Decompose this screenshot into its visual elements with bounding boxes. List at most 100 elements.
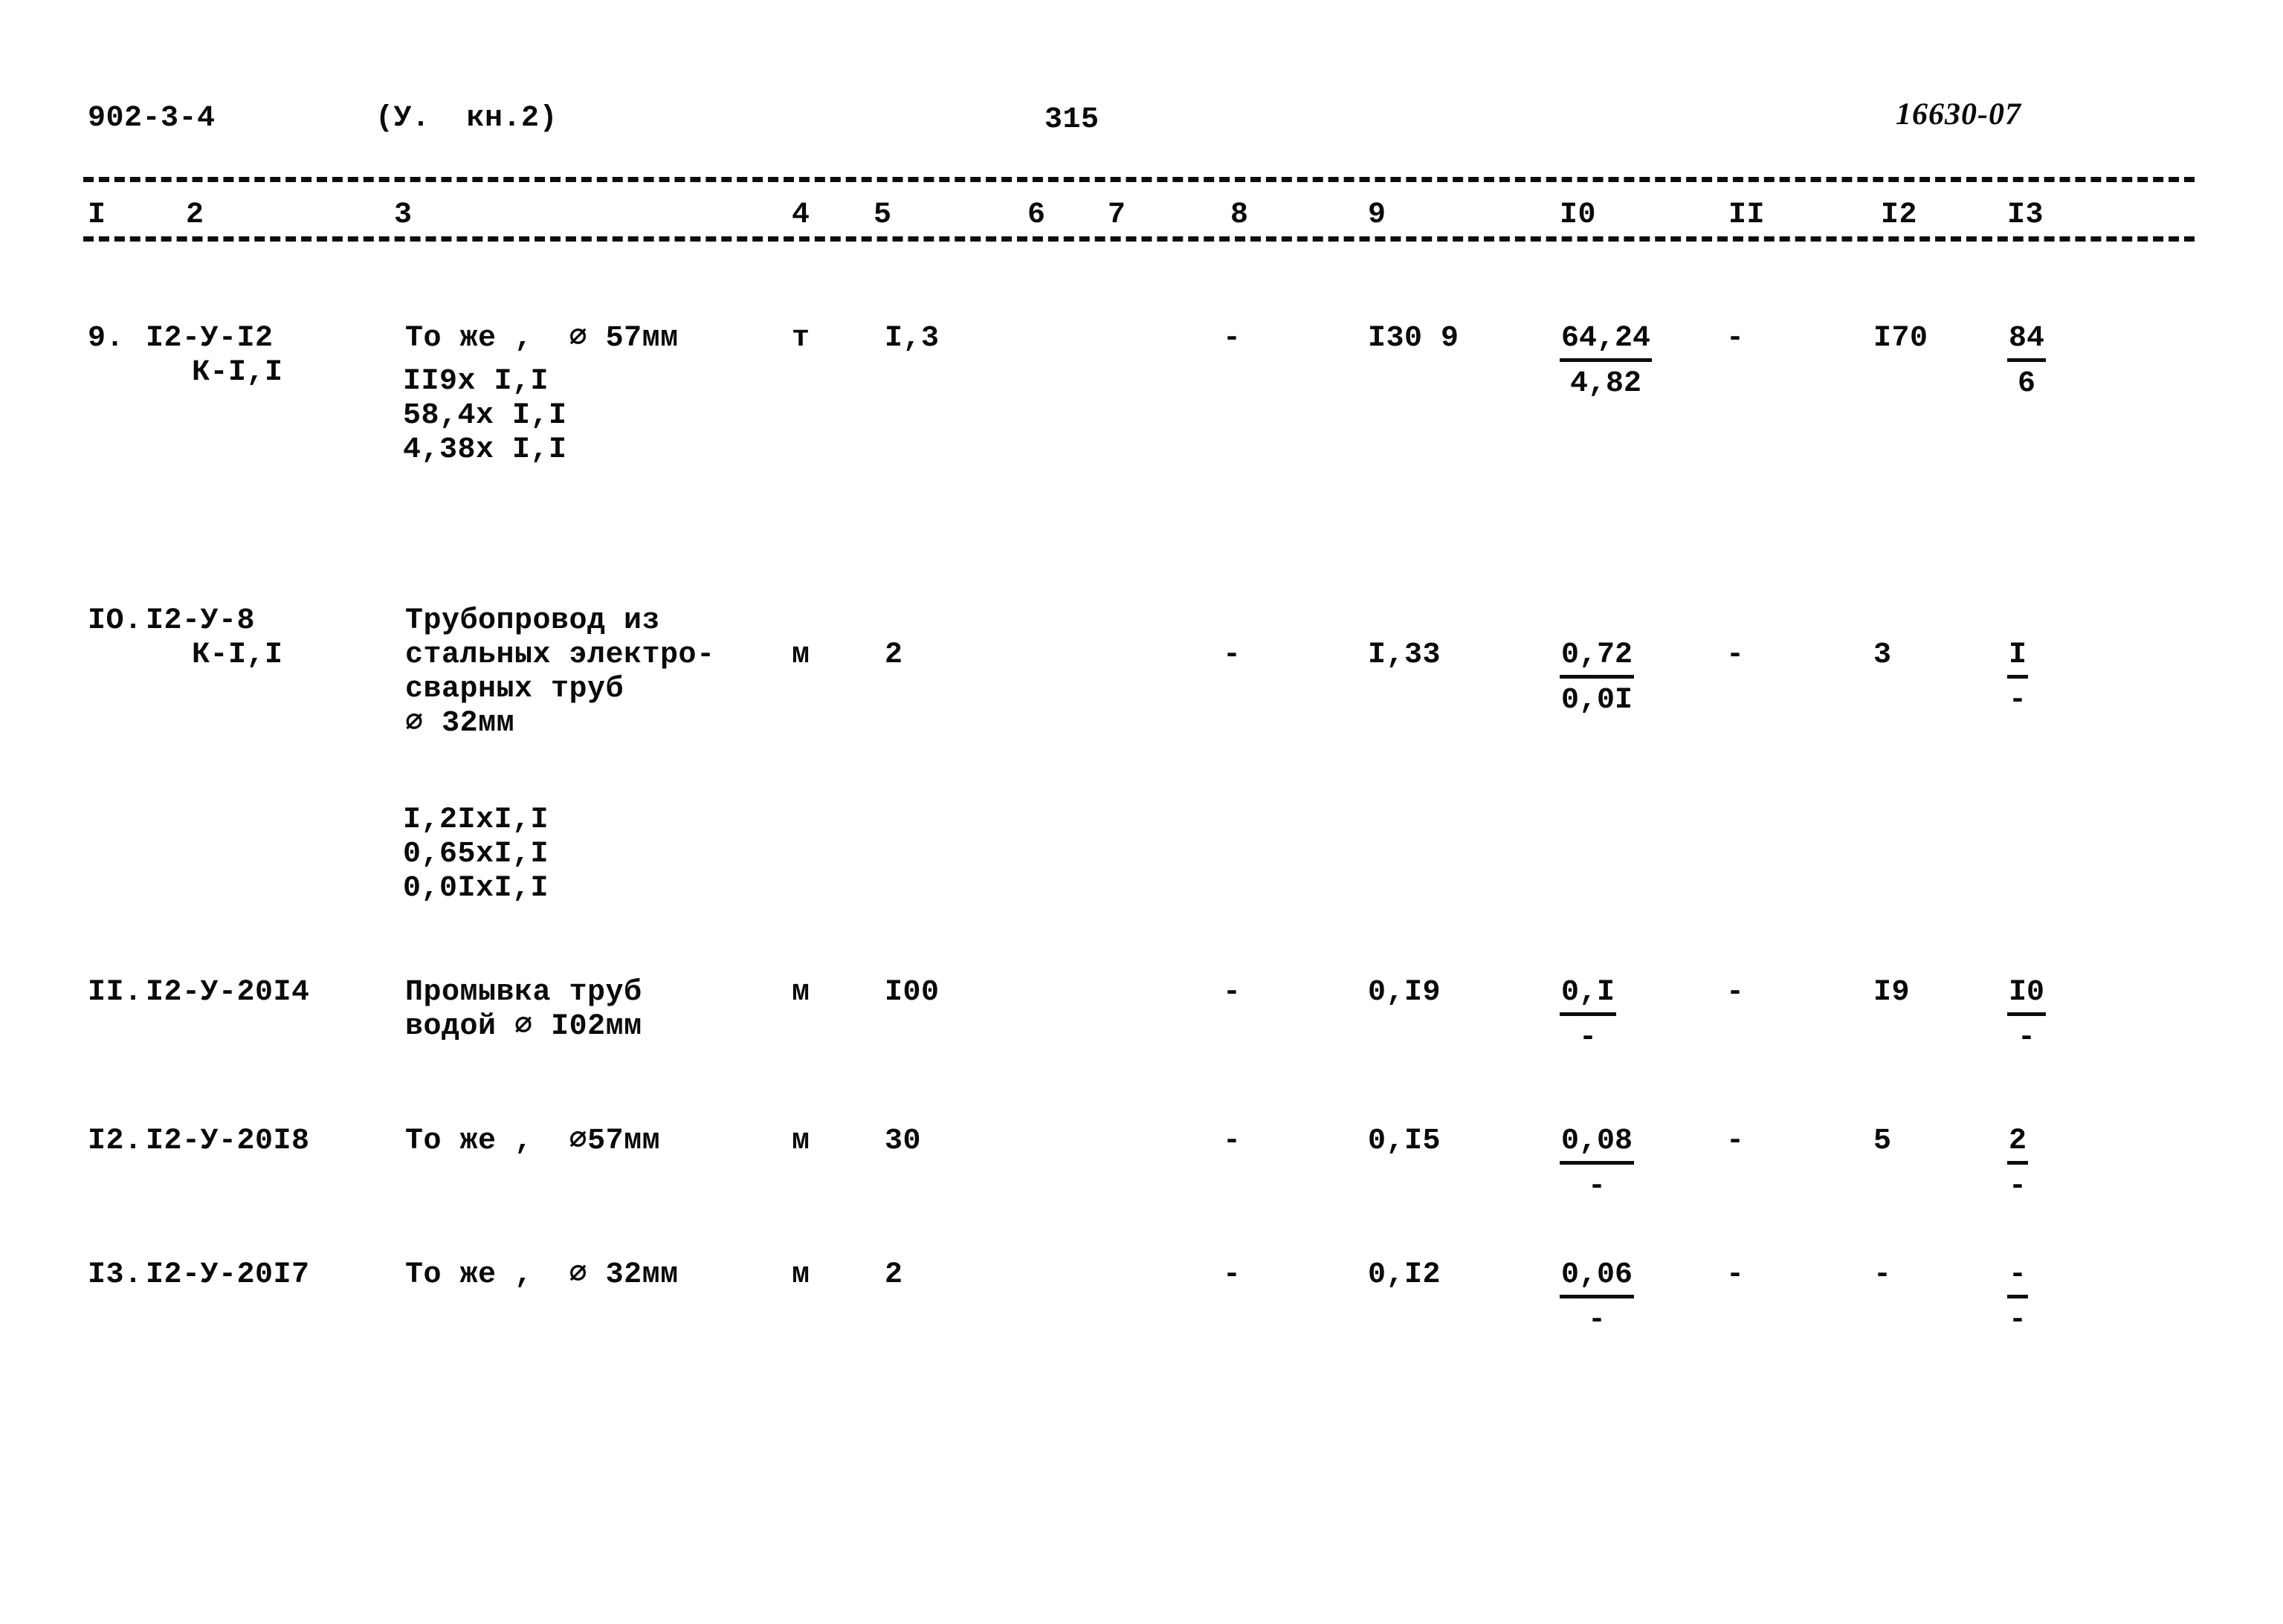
row-4-norm-code: I2-У-20I7 [146,1258,310,1292]
row-4-col9: 0,I2 [1368,1258,1441,1292]
row-0-norm-subcode: К-I,I [192,356,283,389]
row-2-col13-fraction-numerator: I0 [2007,975,2047,1016]
column-number-9: 9 [1368,198,1386,232]
row-0-col13-fraction-denominator: 6 [2018,366,2036,401]
column-number-8: 8 [1230,198,1249,232]
row-4-work-name-line-0: То же , ⌀ 32мм [405,1258,679,1292]
row-3-col8: - [1223,1125,1241,1158]
row-2-item-index: II. [88,976,143,1009]
row-3-col13-fraction: 2- [2007,1124,2029,1206]
column-number-2: 2 [186,198,204,232]
row-3-work-name-line-0: То же , ⌀57мм [405,1125,661,1158]
column-number-I: I [88,198,106,232]
table-top-divider [83,177,2195,182]
row-1-work-name-line-3: ⌀ 32мм [405,707,515,740]
row-3-col13-fraction-denominator: - [2009,1169,2027,1203]
row-0-col8: - [1223,322,1241,355]
row-2-col11: - [1726,976,1745,1009]
table-header-divider [83,236,2195,242]
row-0-col10-fraction-numerator: 64,24 [1560,321,1653,362]
row-1-work-name-line-2: сварных труб [405,673,624,706]
column-number-4: 4 [792,198,810,232]
row-4-col13-fraction-denominator: - [2009,1303,2027,1337]
row-0-col13-fraction: 84 6 [2007,321,2047,403]
row-1-col13-fraction-denominator: - [2009,683,2027,717]
row-0-col11: - [1726,322,1745,355]
row-3-col10-fraction: 0,08 - [1560,1124,1635,1206]
row-2-col10-fraction-numerator: 0,I [1560,975,1617,1016]
row-1-norm-subcode: К-I,I [192,638,283,672]
row-0-col10-fraction: 64,24 4,82 [1560,321,1653,403]
column-number-3: 3 [394,198,413,232]
row-2-work-name-line-1: водой ⌀ I02мм [405,1010,642,1044]
row-4-unit: м [792,1258,810,1292]
row-1-calc-line-2: 0,0IxI,I [403,872,549,905]
row-0-col10-fraction-denominator: 4,82 [1570,366,1642,401]
row-1-col11: - [1726,638,1745,672]
row-1-work-name-line-0: Трубопровод из [405,604,661,638]
column-number-I2: I2 [1881,198,1918,232]
row-3-col10-fraction-denominator: - [1588,1169,1607,1203]
row-3-col10-fraction-numerator: 0,08 [1560,1124,1635,1165]
row-0-item-index: 9. [88,322,125,355]
row-1-calc-line-1: 0,65xI,I [403,838,549,871]
row-2-col9: 0,I9 [1368,976,1441,1009]
row-3-col9: 0,I5 [1368,1125,1441,1158]
row-0-col13-fraction-numerator: 84 [2007,321,2047,362]
column-number-5: 5 [874,198,892,232]
column-number-I0: I0 [1560,198,1597,232]
row-2-col12: I9 [1873,976,1911,1009]
column-number-7: 7 [1108,198,1126,232]
row-4-item-index: I3. [88,1258,143,1292]
row-3-col11: - [1726,1125,1745,1158]
row-4-col10-fraction-numerator: 0,06 [1560,1258,1635,1298]
document-volume: (У. кн.2) [375,102,558,135]
row-1-col10-fraction: 0,72 0,0I [1560,638,1635,719]
row-4-quantity: 2 [885,1258,903,1292]
row-2-quantity: I00 [885,976,940,1009]
row-4-col12: - [1873,1258,1892,1292]
row-2-col13-fraction-denominator: - [2018,1020,2036,1055]
row-1-work-name-line-1: стальных электро- [405,638,715,672]
row-2-unit: м [792,976,810,1009]
scanned-document-page: 902-3-4 (У. кн.2) 315 16630-07 I23456789… [0,0,2283,1624]
row-2-work-name-line-0: Промывка труб [405,976,642,1009]
row-1-col10-fraction-numerator: 0,72 [1560,638,1635,679]
row-2-col10-fraction: 0,I - [1560,975,1617,1057]
row-3-col13-fraction-numerator: 2 [2007,1124,2029,1165]
row-3-col12: 5 [1873,1125,1892,1158]
row-0-calc-line-1: 58,4х I,I [403,399,567,433]
row-0-norm-code: I2-У-I2 [146,322,274,355]
row-1-quantity: 2 [885,638,903,672]
row-3-unit: м [792,1125,810,1158]
row-4-col10-fraction: 0,06 - [1560,1258,1635,1339]
row-0-work-name: То же , ⌀ 57мм [405,322,679,355]
row-4-col13-fraction: -- [2007,1258,2029,1339]
row-0-col12: I70 [1873,322,1928,355]
row-1-calc-line-0: I,2IxI,I [403,803,549,837]
row-3-norm-code: I2-У-20I8 [146,1125,310,1158]
scan-grain-overlay [0,0,2283,1624]
row-2-norm-code: I2-У-20I4 [146,976,310,1009]
row-4-col13-fraction-numerator: - [2007,1258,2029,1298]
page-number: 315 [1044,103,1099,137]
row-4-col11: - [1726,1258,1745,1292]
column-number-I3: I3 [2007,198,2044,232]
row-2-col13-fraction: I0 - [2007,975,2047,1057]
row-1-item-index: IO. [88,604,143,638]
row-0-calc-line-0: II9х I,I [403,365,549,398]
document-code: 902-3-4 [88,102,216,135]
row-1-col13-fraction-numerator: I [2007,638,2029,679]
row-1-col10-fraction-denominator: 0,0I [1561,683,1633,717]
row-0-unit: т [792,322,810,355]
row-1-col9: I,33 [1368,638,1441,672]
column-number-II: II [1728,198,1766,232]
row-0-col9: I30 9 [1368,322,1459,355]
row-1-unit: м [792,638,810,672]
row-4-col10-fraction-denominator: - [1588,1303,1607,1337]
row-2-col10-fraction-denominator: - [1579,1020,1598,1055]
column-number-6: 6 [1027,198,1046,232]
row-0-quantity: I,3 [885,322,940,355]
row-1-col8: - [1223,638,1241,672]
row-1-col13-fraction: I- [2007,638,2029,719]
